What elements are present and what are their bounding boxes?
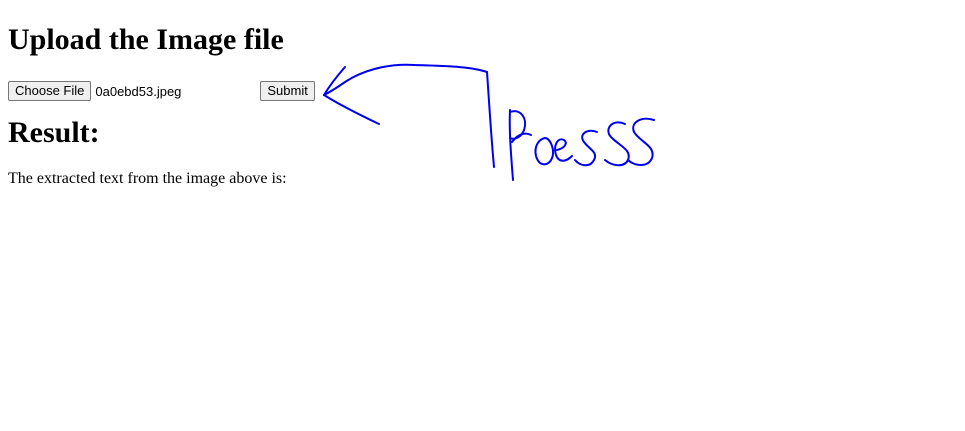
- upload-form: Choose File 0a0ebd53.jpeg Submit: [8, 80, 315, 102]
- selected-file-name: 0a0ebd53.jpeg: [95, 83, 182, 99]
- result-text: The extracted text from the image above …: [8, 170, 287, 187]
- result-heading: Result:: [8, 116, 100, 149]
- submit-button[interactable]: Submit: [260, 81, 315, 101]
- arrow-pointing-to-submit: [323, 63, 495, 168]
- page-content: Upload the Image file Choose File 0a0ebd…: [8, 0, 315, 189]
- choose-file-button[interactable]: Choose File: [8, 81, 92, 101]
- handwritten-press-text: [508, 109, 655, 181]
- page-title: Upload the Image file: [8, 23, 284, 56]
